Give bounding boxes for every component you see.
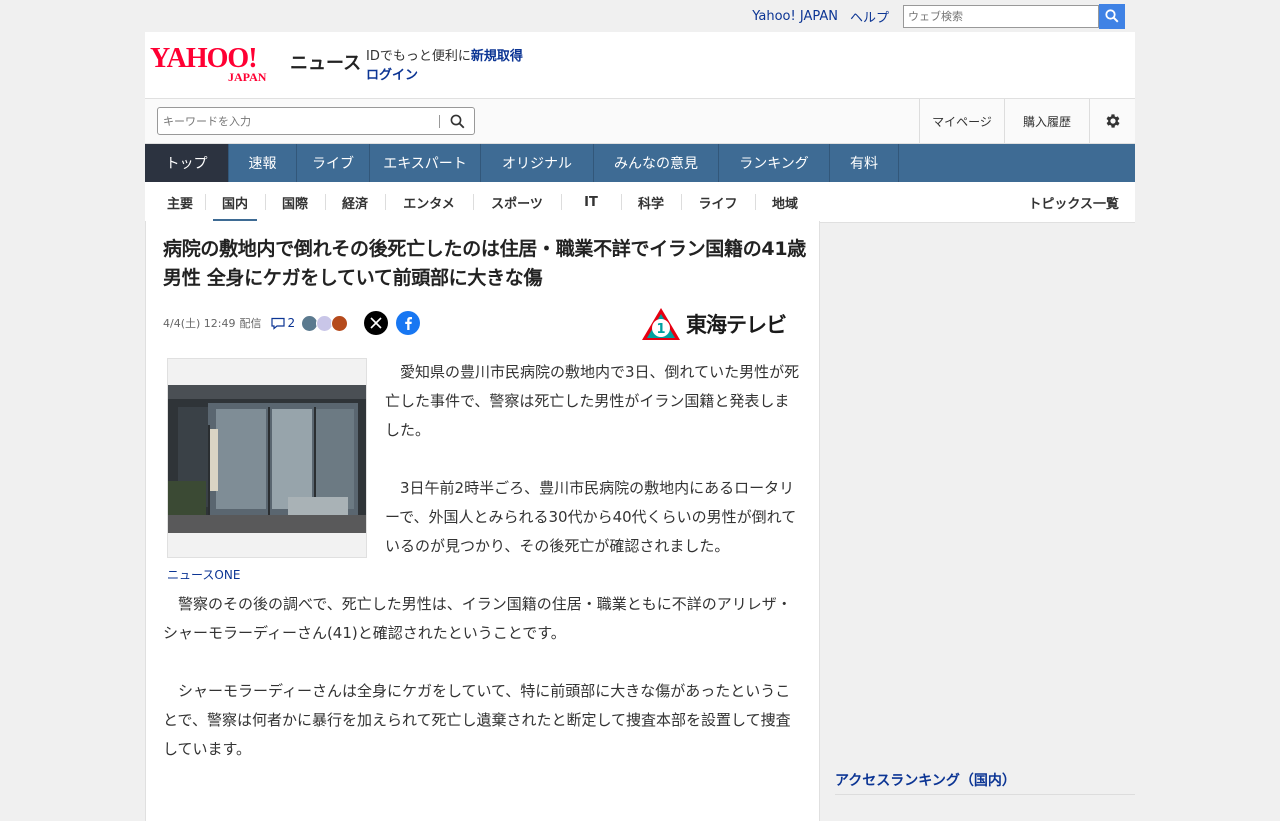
share-buttons (364, 311, 428, 335)
main-nav-live[interactable]: ライブ (297, 144, 370, 182)
facebook-icon (405, 317, 413, 330)
article-paragraph: シャーモラーディーさんは全身にケガをしていて、特に前頭部に大きな傷があったという… (163, 682, 791, 758)
signup-link[interactable]: 新規取得 (471, 49, 523, 64)
logo-news: ニュース (290, 53, 362, 74)
tokai-tv-logo-icon: 1 (642, 308, 680, 340)
header: YAHOO! JAPAN ニュース IDでもっと便利に新規取得 ログイン (145, 32, 1135, 98)
x-share-button[interactable] (364, 311, 389, 335)
article-posted-label: 配信 (239, 317, 262, 330)
settings-button[interactable] (1089, 99, 1135, 143)
article-title: 病院の敷地内で倒れその後死亡したのは住居・職業不詳でイラン国籍の41歳男性 全身… (163, 238, 806, 289)
category-it[interactable]: IT (561, 182, 621, 222)
login-link[interactable]: ログイン (366, 68, 418, 83)
category-international[interactable]: 国際 (265, 182, 325, 222)
main-nav: トップ 速報 ライブ エキスパート オリジナル みんなの意見 ランキング 有料 (145, 144, 1135, 182)
article-date: 4/4(土) 12:49 (163, 317, 236, 330)
account-links: マイページ 購入履歴 (919, 99, 1135, 143)
purchase-history-link[interactable]: 購入履歴 (1004, 99, 1089, 143)
article-body: 愛知県の豊川市民病院の敷地内で3日、倒れていた男性が死亡した事件で、警察は死亡し… (163, 358, 803, 793)
category-sports[interactable]: スポーツ (473, 182, 561, 222)
category-domestic[interactable]: 国内 (205, 182, 265, 222)
search-icon (1105, 9, 1119, 23)
comment-icon (271, 317, 286, 330)
category-entertainment[interactable]: エンタメ (385, 182, 473, 222)
publisher-logo[interactable]: 1 東海テレビ (640, 306, 787, 342)
id-message: IDでもっと便利に新規取得 ログイン (366, 47, 523, 85)
article-paragraph: 警察のその後の調べで、死亡した男性は、イラン国籍の住居・職業ともに不詳のアリレザ… (163, 595, 792, 642)
publisher-badge: 1 (656, 322, 665, 337)
keyword-search-row: マイページ 購入履歴 (145, 98, 1135, 144)
main-nav-breaking[interactable]: 速報 (229, 144, 297, 182)
publisher-name: 東海テレビ (686, 313, 787, 337)
mypage-link[interactable]: マイページ (919, 99, 1004, 143)
yahoo-news-logo[interactable]: YAHOO! JAPAN ニュース (150, 45, 361, 85)
main-nav-paid[interactable]: 有料 (830, 144, 899, 182)
logo-japan: JAPAN (228, 70, 267, 84)
category-local[interactable]: 地域 (755, 182, 815, 222)
top-bar: Yahoo! JAPAN ヘルプ (145, 0, 1135, 32)
comment-link[interactable]: 2 (271, 316, 295, 330)
topics-list-link[interactable]: トピックス一覧 (1028, 182, 1119, 222)
category-life[interactable]: ライフ (681, 182, 755, 222)
category-economy[interactable]: 経済 (325, 182, 385, 222)
search-icon (450, 114, 464, 128)
article-meta: 4/4(土) 12:49 配信 2 (163, 310, 428, 336)
keyword-search-button[interactable] (440, 114, 474, 129)
id-message-text: IDでもっと便利に (366, 49, 471, 64)
main-nav-ranking[interactable]: ランキング (719, 144, 830, 182)
web-search-input[interactable] (903, 4, 1099, 28)
x-icon (370, 317, 382, 329)
help-link[interactable]: ヘルプ (850, 7, 889, 26)
category-main[interactable]: 主要 (155, 182, 205, 222)
main-nav-opinions[interactable]: みんなの意見 (594, 144, 719, 182)
keyword-input[interactable] (158, 113, 439, 129)
comment-count: 2 (287, 316, 296, 330)
yahoo-japan-link[interactable]: Yahoo! JAPAN (752, 9, 838, 24)
commenter-avatars[interactable] (301, 314, 349, 332)
gear-icon (1106, 114, 1120, 128)
web-search (903, 3, 1125, 29)
access-ranking-title[interactable]: アクセスランキング（国内） (835, 770, 1016, 790)
main-nav-top[interactable]: トップ (145, 144, 229, 182)
article: 病院の敷地内で倒れその後死亡したのは住居・職業不詳でイラン国籍の41歳男性 全身… (145, 221, 820, 821)
avatar (331, 314, 349, 332)
main-nav-original[interactable]: オリジナル (481, 144, 594, 182)
category-nav: 主要 国内 国際 経済 エンタメ スポーツ IT 科学 ライフ 地域 トピックス… (145, 182, 1135, 223)
facebook-share-button[interactable] (396, 311, 421, 335)
category-science[interactable]: 科学 (621, 182, 681, 222)
main-nav-expert[interactable]: エキスパート (370, 144, 481, 182)
web-search-button[interactable] (1099, 3, 1125, 29)
ranking-divider (835, 794, 1135, 795)
keyword-search (157, 107, 475, 135)
